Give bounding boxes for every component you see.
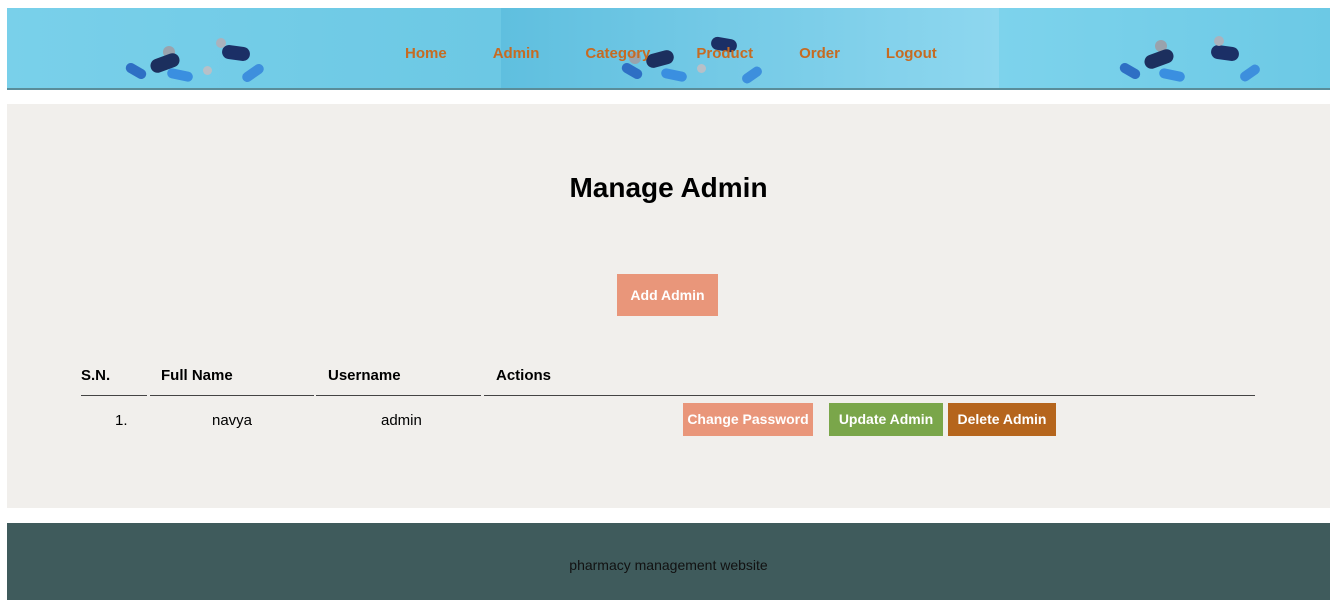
nav-logout[interactable]: Logout — [886, 45, 937, 62]
capsule-icon — [123, 61, 149, 81]
capsule-icon — [240, 62, 266, 84]
main-content: Manage Admin Add Admin S.N. Full Name Us… — [7, 104, 1330, 508]
pill-icon — [216, 38, 226, 48]
nav-product[interactable]: Product — [696, 45, 753, 62]
add-admin-button[interactable]: Add Admin — [617, 274, 718, 316]
footer-text: pharmacy management website — [569, 557, 768, 573]
nav-home[interactable]: Home — [405, 45, 447, 62]
pill-icon — [697, 64, 706, 73]
nav-order[interactable]: Order — [799, 45, 840, 62]
capsule-icon — [166, 67, 194, 83]
capsule-icon — [660, 67, 688, 83]
banner-image-right — [999, 8, 1330, 88]
capsule-icon — [1117, 61, 1143, 81]
capsule-icon — [740, 64, 764, 86]
column-header-username: Username — [328, 367, 401, 384]
capsule-icon — [1158, 67, 1186, 83]
main-nav: Home Admin Category Product Order Logout — [405, 45, 983, 62]
header-divider — [150, 395, 314, 396]
column-header-actions: Actions — [496, 367, 552, 384]
pill-icon — [203, 66, 212, 75]
capsule-icon — [221, 44, 251, 62]
header-divider — [81, 395, 147, 396]
pill-icon — [1214, 36, 1224, 46]
header-divider — [484, 395, 1255, 396]
page: Home Admin Category Product Order Logout… — [0, 0, 1333, 600]
footer: pharmacy management website — [7, 523, 1330, 600]
capsule-icon — [1238, 62, 1262, 84]
cell-full-name: navya — [212, 412, 253, 429]
capsule-icon — [619, 61, 645, 81]
column-header-sn: S.N. — [81, 367, 111, 384]
nav-admin[interactable]: Admin — [493, 45, 540, 62]
change-password-button[interactable]: Change Password — [683, 403, 813, 436]
header-divider — [316, 395, 481, 396]
nav-category[interactable]: Category — [585, 45, 650, 62]
update-admin-button[interactable]: Update Admin — [829, 403, 943, 436]
capsule-icon — [1142, 47, 1176, 71]
page-title: Manage Admin — [569, 172, 768, 203]
delete-admin-button[interactable]: Delete Admin — [948, 403, 1056, 436]
column-header-full-name: Full Name — [161, 367, 233, 384]
cell-username: admin — [381, 412, 422, 429]
cell-sn: 1. — [115, 412, 128, 429]
capsule-icon — [1210, 44, 1240, 62]
header-banner: Home Admin Category Product Order Logout — [7, 8, 1330, 90]
